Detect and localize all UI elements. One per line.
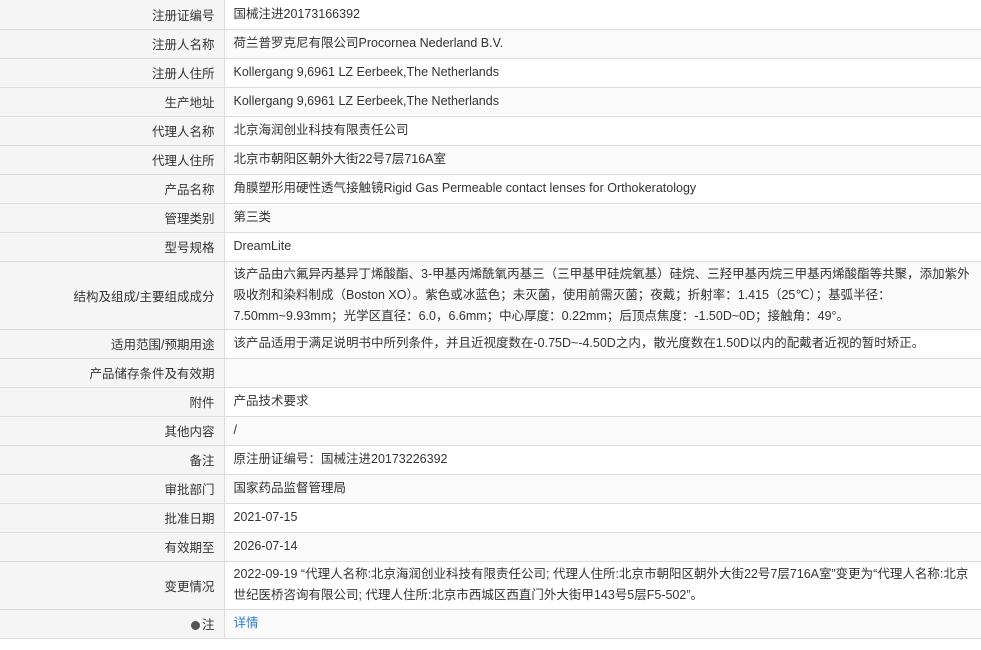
row-valid-until: 有效期至 2026-07-14 [0,532,981,562]
row-storage-conditions: 产品储存条件及有效期 [0,358,981,388]
field-value: DreamLite [224,232,981,262]
field-label: 其他内容 [0,416,225,446]
field-value: 国械注进20173166392 [224,0,981,30]
field-value: 2026-07-14 [224,532,981,562]
field-label: 批准日期 [0,503,225,533]
row-production-address: 生产地址 Kollergang 9,6961 LZ Eerbeek,The Ne… [0,87,981,117]
field-value: 产品技术要求 [224,387,981,417]
field-value: 该产品由六氟异丙基异丁烯酸酯、3-甲基丙烯酰氧丙基三（三甲基甲硅烷氧基）硅烷、三… [224,261,981,330]
field-label: 注 [0,609,225,639]
field-label: 附件 [0,387,225,417]
field-value: 原注册证编号：国械注进20173226392 [224,445,981,475]
field-value: 北京海润创业科技有限责任公司 [224,116,981,146]
field-value: 北京市朝阳区朝外大街22号7层716A室 [224,145,981,175]
registration-info-table: 注册证编号 国械注进20173166392 注册人名称 荷兰普罗克尼有限公司Pr… [0,0,981,639]
row-agent-address: 代理人住所 北京市朝阳区朝外大街22号7层716A室 [0,145,981,175]
field-value: Kollergang 9,6961 LZ Eerbeek,The Netherl… [224,87,981,117]
field-value: 荷兰普罗克尼有限公司Procornea Nederland B.V. [224,29,981,59]
details-link[interactable]: 详情 [234,616,259,630]
field-label: 型号规格 [0,232,225,262]
field-value: 2022-09-19 “代理人名称:北京海润创业科技有限责任公司; 代理人住所:… [224,561,981,610]
field-value: / [224,416,981,446]
field-label: 代理人住所 [0,145,225,175]
field-label: 备注 [0,445,225,475]
row-product-name: 产品名称 角膜塑形用硬性透气接触镜Rigid Gas Permeable con… [0,174,981,204]
row-registrant-address: 注册人住所 Kollergang 9,6961 LZ Eerbeek,The N… [0,58,981,88]
field-value: 该产品适用于满足说明书中所列条件，并且近视度数在-0.75D~-4.50D之内，… [224,329,981,359]
row-agent-name: 代理人名称 北京海润创业科技有限责任公司 [0,116,981,146]
field-label: 结构及组成/主要组成成分 [0,261,225,330]
row-registrant-name: 注册人名称 荷兰普罗克尼有限公司Procornea Nederland B.V. [0,29,981,59]
field-label: 审批部门 [0,474,225,504]
field-label: 管理类别 [0,203,225,233]
field-value: 国家药品监督管理局 [224,474,981,504]
row-attachment: 附件 产品技术要求 [0,387,981,417]
field-value: 第三类 [224,203,981,233]
field-label: 产品储存条件及有效期 [0,358,225,388]
field-value: 角膜塑形用硬性透气接触镜Rigid Gas Permeable contact … [224,174,981,204]
field-label: 适用范围/预期用途 [0,329,225,359]
field-value [224,358,981,388]
row-intended-use: 适用范围/预期用途 该产品适用于满足说明书中所列条件，并且近视度数在-0.75D… [0,329,981,359]
field-label: 生产地址 [0,87,225,117]
field-value: Kollergang 9,6961 LZ Eerbeek,The Netherl… [224,58,981,88]
field-label: 代理人名称 [0,116,225,146]
field-label: 注册人名称 [0,29,225,59]
note-label: 注 [201,618,215,632]
field-label: 有效期至 [0,532,225,562]
field-value: 2021-07-15 [224,503,981,533]
row-change-history: 变更情况 2022-09-19 “代理人名称:北京海润创业科技有限责任公司; 代… [0,561,981,610]
field-label: 注册证编号 [0,0,225,30]
row-approval-department: 审批部门 国家药品监督管理局 [0,474,981,504]
note-icon [190,621,200,630]
row-composition: 结构及组成/主要组成成分 该产品由六氟异丙基异丁烯酸酯、3-甲基丙烯酰氧丙基三（… [0,261,981,330]
field-label: 变更情况 [0,561,225,610]
row-remarks: 备注 原注册证编号：国械注进20173226392 [0,445,981,475]
field-label: 产品名称 [0,174,225,204]
row-management-category: 管理类别 第三类 [0,203,981,233]
row-approval-date: 批准日期 2021-07-15 [0,503,981,533]
row-other-content: 其他内容 / [0,416,981,446]
row-registration-number: 注册证编号 国械注进20173166392 [0,0,981,30]
row-note: 注 详情 [0,609,981,639]
row-model-spec: 型号规格 DreamLite [0,232,981,262]
field-value: 详情 [224,609,981,639]
field-label: 注册人住所 [0,58,225,88]
